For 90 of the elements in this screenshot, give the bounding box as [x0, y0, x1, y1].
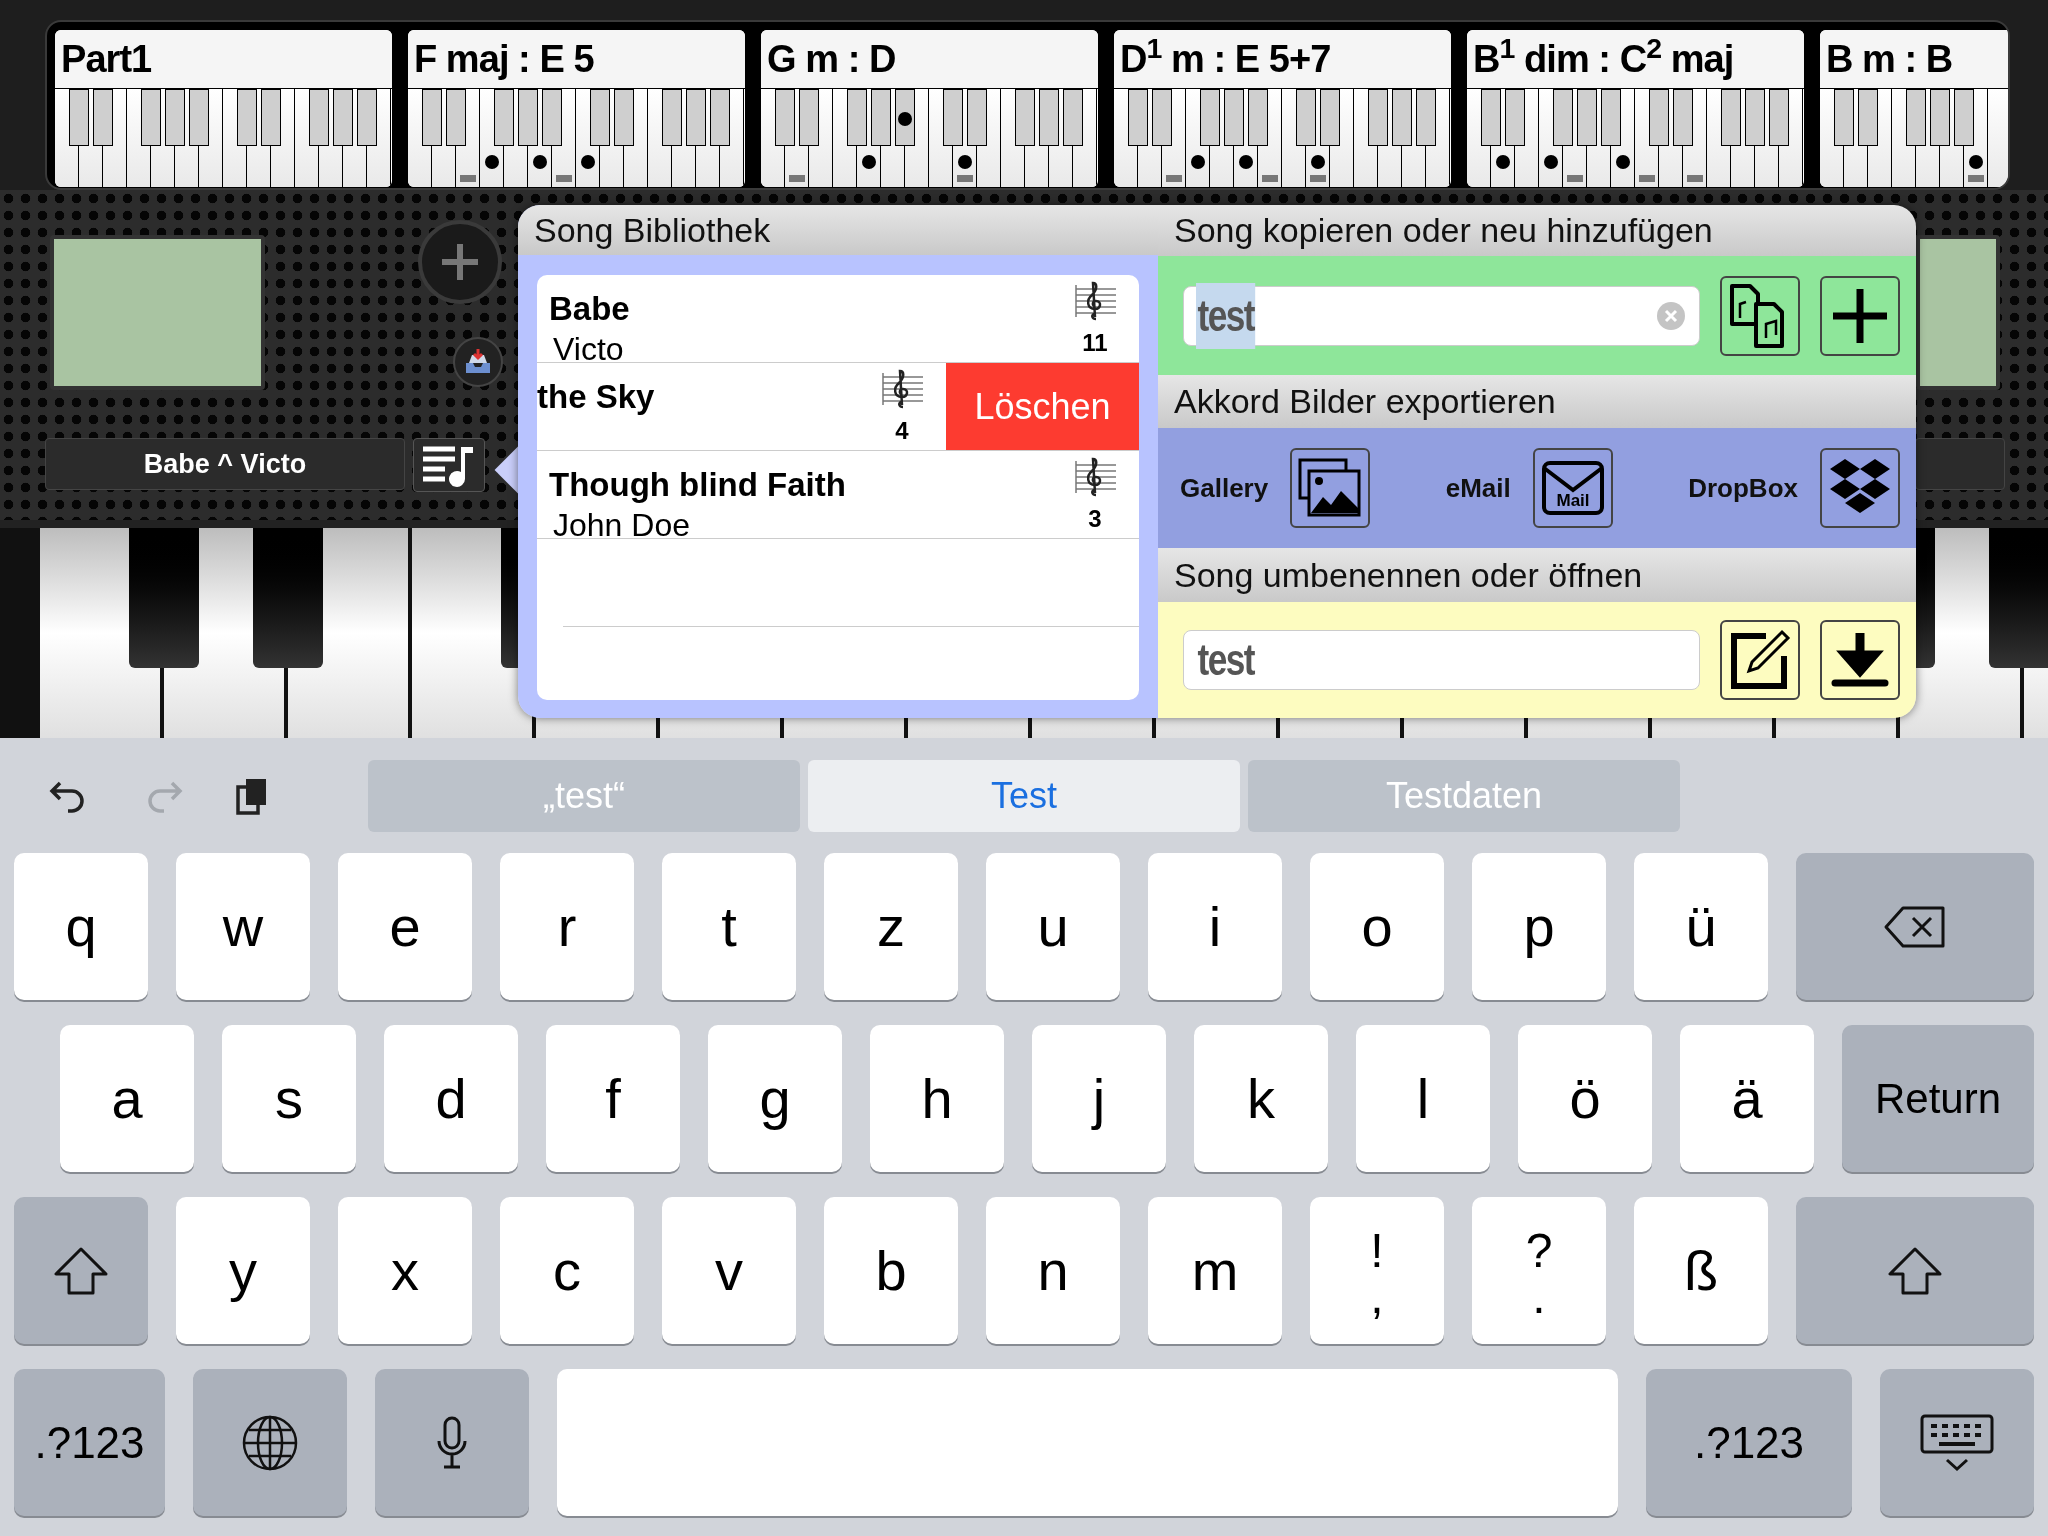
microphone-key[interactable]: [375, 1369, 529, 1516]
key[interactable]: k: [1194, 1025, 1328, 1172]
export-button[interactable]: [1290, 448, 1371, 528]
song-title: Though blind Faith: [549, 465, 847, 505]
open-button[interactable]: [1820, 620, 1900, 700]
key[interactable]: l: [1356, 1025, 1490, 1172]
globe-key[interactable]: [193, 1369, 347, 1516]
microphone-icon: [435, 1414, 469, 1471]
key[interactable]: h: [870, 1025, 1004, 1172]
sheet-music-icon: [879, 367, 925, 409]
song-title: Babe: [549, 289, 631, 329]
keyboard-hide-key[interactable]: [1880, 1369, 2034, 1516]
key[interactable]: t: [662, 853, 796, 1000]
key[interactable]: x: [338, 1197, 472, 1344]
backspace-key[interactable]: [1796, 853, 2034, 1000]
rename-button[interactable]: [1720, 620, 1800, 700]
key[interactable]: w: [176, 853, 310, 1000]
chord-label: B$^{1}$ dim : C$^{2}$ maj: [1467, 30, 1804, 89]
photos-icon: [1297, 457, 1364, 519]
export-button[interactable]: Mail: [1532, 448, 1613, 528]
song-list-button[interactable]: [413, 438, 485, 492]
key[interactable]: ö: [1518, 1025, 1652, 1172]
text-field[interactable]: test: [1183, 285, 1700, 346]
field-value: test: [1196, 282, 1256, 349]
mail-icon: Mail: [1540, 460, 1605, 516]
key[interactable]: r: [500, 853, 634, 1000]
section-header: Song Bibliothek: [518, 205, 1158, 255]
key[interactable]: e: [338, 853, 472, 1000]
backspace-icon: [1883, 904, 1947, 949]
export-label: eMail: [1445, 471, 1511, 505]
key[interactable]: s: [222, 1025, 356, 1172]
count-label: 3: [1088, 504, 1102, 534]
key[interactable]: g: [708, 1025, 842, 1172]
delete-button[interactable]: Löschen: [946, 363, 1139, 450]
count-label: 11: [1082, 328, 1108, 358]
key[interactable]: p: [1472, 853, 1606, 1000]
song-title: the Sky: [537, 377, 656, 417]
section-header: Song umbenennen oder öffnen: [1158, 548, 1916, 602]
song-row[interactable]: the Sky 4 Löschen: [537, 363, 1139, 451]
key[interactable]: q: [14, 853, 148, 1000]
current-song-label: Babe ^ Victo: [45, 438, 405, 490]
key[interactable]: b: [824, 1197, 958, 1344]
add-song-button[interactable]: [1820, 275, 1900, 356]
key[interactable]: ü: [1634, 853, 1768, 1000]
section-header: Song kopieren oder neu hinzufügen: [1158, 205, 1916, 256]
field-value: test: [1196, 634, 1256, 686]
shift-key[interactable]: [14, 1197, 148, 1344]
suggestion[interactable]: Test: [808, 760, 1240, 832]
key[interactable]: f: [546, 1025, 680, 1172]
key[interactable]: ß: [1634, 1197, 1768, 1344]
key[interactable]: o: [1310, 853, 1444, 1000]
sheet-music-icon: [1072, 455, 1118, 497]
add-button[interactable]: [418, 220, 502, 304]
symbols-key[interactable]: .?123: [14, 1369, 165, 1516]
chord-label: Part1: [55, 30, 392, 89]
export-label: DropBox: [1688, 471, 1798, 505]
key[interactable]: d: [384, 1025, 518, 1172]
key[interactable]: u: [986, 853, 1120, 1000]
keyboard-hide-icon: [1919, 1412, 1995, 1473]
copy-button[interactable]: [1720, 275, 1800, 356]
key[interactable]: ä: [1680, 1025, 1814, 1172]
chord-label: D$^{1}$ m : E 5+7: [1114, 30, 1451, 89]
key[interactable]: i: [1148, 853, 1282, 1000]
key[interactable]: j: [1032, 1025, 1166, 1172]
chord-label: G m : D: [761, 30, 1098, 89]
rename-icon: [1728, 628, 1792, 692]
import-button[interactable]: [453, 337, 503, 387]
return-key[interactable]: Return: [1842, 1025, 2034, 1172]
chord-label: F maj : E 5: [408, 30, 745, 89]
key[interactable]: z: [824, 853, 958, 1000]
key[interactable]: v: [662, 1197, 796, 1344]
shift-icon: [53, 1245, 109, 1296]
key[interactable]: a: [60, 1025, 194, 1172]
export-label: Gallery: [1180, 471, 1269, 505]
chord-label: B m : B: [1820, 30, 2008, 89]
key[interactable]: ? .: [1472, 1197, 1606, 1344]
key[interactable]: y: [176, 1197, 310, 1344]
section-header: Akkord Bilder exportieren: [1158, 375, 1916, 428]
globe-icon: [241, 1413, 299, 1472]
key[interactable]: ! ,: [1310, 1197, 1444, 1344]
sheet-music-icon: [1072, 279, 1118, 321]
song-row[interactable]: Though blind Faith John Doe 3: [537, 451, 1139, 539]
shift-icon: [1887, 1245, 1943, 1296]
symbols-key[interactable]: .?123: [1646, 1369, 1852, 1516]
key[interactable]: n: [986, 1197, 1120, 1344]
key[interactable]: m: [1148, 1197, 1282, 1344]
count-label: 4: [895, 416, 909, 446]
text-field[interactable]: test: [1183, 630, 1700, 690]
export-button[interactable]: [1820, 448, 1900, 528]
key[interactable]: c: [500, 1197, 634, 1344]
